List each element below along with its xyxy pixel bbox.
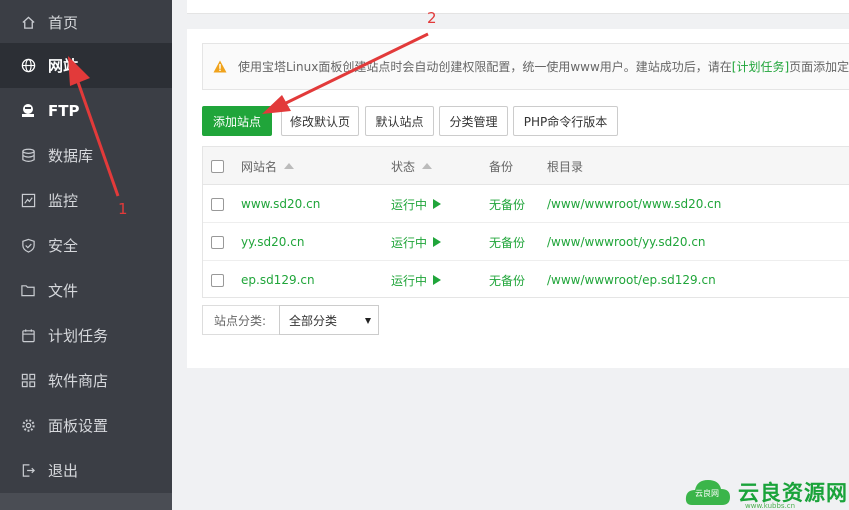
row-checkbox[interactable]: [211, 197, 224, 211]
ftp-icon: [20, 103, 36, 119]
annotation-label-2: 2: [427, 9, 437, 27]
home-icon: [20, 15, 36, 31]
play-icon: [433, 237, 442, 247]
sidebar-item-label: 数据库: [48, 147, 94, 165]
logout-icon: [20, 463, 36, 479]
sidebar-item-security[interactable]: 安全: [0, 223, 172, 268]
sidebar-item-panel-settings[interactable]: 面板设置: [0, 403, 172, 448]
sidebar-item-label: 首页: [48, 14, 79, 32]
column-header-name[interactable]: 网站名: [241, 147, 295, 185]
sidebar-collapse-strip[interactable]: [0, 493, 172, 510]
status-text: 运行中: [391, 235, 428, 250]
status-text: 运行中: [391, 273, 428, 288]
php-cli-version-button[interactable]: PHP命令行版本: [513, 106, 618, 136]
sidebar-item-label: FTP: [48, 101, 80, 120]
site-name-link[interactable]: yy.sd20.cn: [241, 223, 304, 261]
backup-link[interactable]: 无备份: [489, 223, 525, 261]
category-manage-button[interactable]: 分类管理: [439, 106, 508, 136]
sidebar-item-label: 软件商店: [48, 372, 109, 390]
sidebar-item-label: 计划任务: [48, 327, 109, 345]
cron-task-link[interactable]: [计划任务]: [732, 58, 789, 75]
sidebar-item-home[interactable]: 首页: [0, 0, 172, 45]
backup-link[interactable]: 无备份: [489, 185, 525, 223]
column-header-status[interactable]: 状态: [391, 147, 433, 185]
table-row: yy.sd20.cn 运行中 无备份 /www/wwwroot/yy.sd20.…: [203, 223, 849, 261]
edit-default-page-button[interactable]: 修改默认页: [281, 106, 359, 136]
row-checkbox[interactable]: [211, 235, 224, 249]
gear-icon: [20, 418, 36, 434]
table-header: 网站名 状态 备份 根目录: [203, 147, 849, 185]
root-dir-link[interactable]: /www/wwwroot/yy.sd20.cn: [547, 223, 706, 261]
sidebar-item-app-store[interactable]: 软件商店: [0, 358, 172, 403]
watermark: 云良网 云良资源网 www.kubbs.cn: [684, 474, 849, 510]
sidebar-item-ftp[interactable]: FTP: [0, 88, 172, 133]
sidebar-item-files[interactable]: 文件: [0, 268, 172, 313]
top-panel: [187, 0, 849, 14]
notice-text: 使用宝塔Linux面板创建站点时会自动创建权限配置，统一使用www用户。建站成功…: [238, 60, 732, 74]
table-row: ep.sd129.cn 运行中 无备份 /www/wwwroot/ep.sd12…: [203, 261, 849, 299]
cloud-logo-text: 云良网: [695, 489, 719, 498]
root-dir-link[interactable]: /www/wwwroot/ep.sd129.cn: [547, 261, 716, 299]
site-category-value: 全部分类: [289, 313, 338, 328]
notice-banner: 使用宝塔Linux面板创建站点时会自动创建权限配置，统一使用www用户。建站成功…: [202, 43, 849, 90]
folder-icon: [20, 283, 36, 299]
site-status[interactable]: 运行中: [391, 223, 442, 261]
play-icon: [433, 199, 442, 209]
shield-icon: [20, 238, 36, 254]
sidebar-item-monitor[interactable]: 监控: [0, 178, 172, 223]
watermark-url: www.kubbs.cn: [745, 502, 796, 510]
sidebar-item-label: 文件: [48, 282, 79, 300]
column-header-backup: 备份: [489, 159, 514, 174]
sites-table: 网站名 状态 备份 根目录 www.sd20.cn 运行中 无备份 /www/w…: [202, 146, 849, 298]
sort-icon: [422, 163, 433, 169]
sidebar: 首页 网站 FTP 数据库 监控 安全 文件 计划任务 软件商店 面板设置 退出: [0, 0, 172, 510]
sidebar-item-label: 网站: [48, 57, 79, 75]
site-name-link[interactable]: www.sd20.cn: [241, 185, 320, 223]
table-row: www.sd20.cn 运行中 无备份 /www/wwwroot/www.sd2…: [203, 185, 849, 223]
cloud-logo-icon: 云良网: [684, 475, 732, 509]
sidebar-item-website[interactable]: 网站: [0, 43, 172, 88]
site-category-select[interactable]: 全部分类: [279, 305, 379, 335]
sidebar-item-label: 安全: [48, 237, 79, 255]
annotation-label-1: 1: [118, 200, 128, 218]
chevron-down-icon: [365, 318, 371, 324]
site-status[interactable]: 运行中: [391, 261, 442, 299]
backup-link[interactable]: 无备份: [489, 261, 525, 299]
default-site-button[interactable]: 默认站点: [365, 106, 434, 136]
status-text: 运行中: [391, 197, 428, 212]
sidebar-item-label: 面板设置: [48, 417, 109, 435]
play-icon: [433, 275, 442, 285]
sidebar-item-cron[interactable]: 计划任务: [0, 313, 172, 358]
select-all-checkbox[interactable]: [211, 159, 224, 173]
sidebar-item-label: 退出: [48, 462, 79, 480]
apps-icon: [20, 373, 36, 389]
database-icon: [20, 148, 36, 164]
column-status-label: 状态: [391, 159, 416, 174]
root-dir-link[interactable]: /www/wwwroot/www.sd20.cn: [547, 185, 721, 223]
site-name-link[interactable]: ep.sd129.cn: [241, 261, 315, 299]
globe-icon: [20, 58, 36, 74]
monitor-icon: [20, 193, 36, 209]
calendar-icon: [20, 328, 36, 344]
column-name-label: 网站名: [241, 159, 278, 174]
sidebar-item-logout[interactable]: 退出: [0, 448, 172, 493]
add-site-button[interactable]: 添加站点: [202, 106, 272, 136]
sidebar-item-label: 监控: [48, 192, 79, 210]
sidebar-item-database[interactable]: 数据库: [0, 133, 172, 178]
column-header-root: 根目录: [547, 159, 584, 174]
site-category-label: 站点分类:: [202, 305, 280, 335]
notice-text-tail: 页面添加定时: [789, 60, 849, 74]
row-checkbox[interactable]: [211, 273, 224, 287]
sort-icon: [284, 163, 295, 169]
site-status[interactable]: 运行中: [391, 185, 442, 223]
warning-icon: [213, 60, 227, 73]
